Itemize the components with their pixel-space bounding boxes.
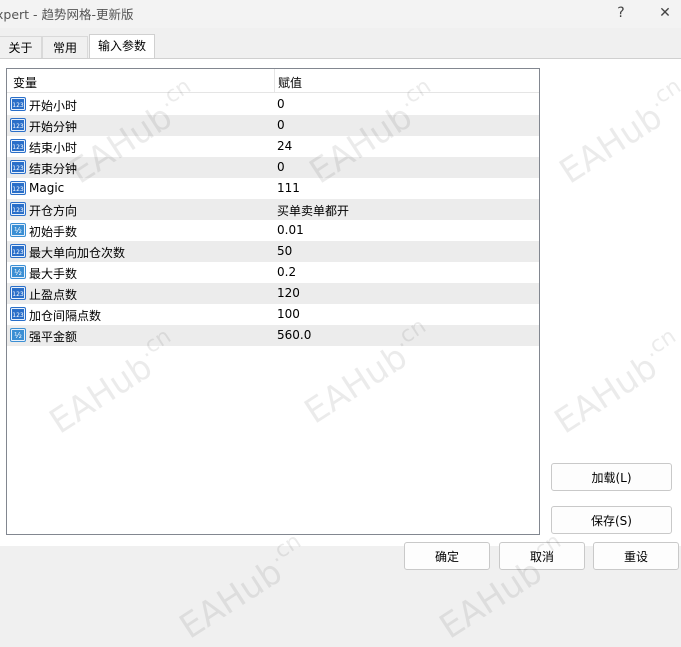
window-title: xpert - 趋势网格-更新版 — [0, 7, 134, 22]
svg-text:½: ½ — [14, 226, 22, 235]
help-button[interactable]: ? — [606, 2, 636, 24]
parameter-value[interactable]: 0.2 — [277, 265, 296, 279]
cancel-button[interactable]: 取消 — [499, 542, 585, 570]
double-icon: ½ — [10, 265, 26, 279]
svg-text:123: 123 — [12, 144, 24, 151]
int-icon: 123 — [10, 160, 26, 174]
parameter-name: 加仓间隔点数 — [29, 309, 102, 323]
svg-text:123: 123 — [12, 291, 24, 298]
tab-strip: 关于 常用 输入参数 — [0, 34, 681, 60]
parameter-value[interactable]: 560.0 — [277, 328, 311, 342]
svg-text:123: 123 — [12, 123, 24, 130]
parameter-value[interactable]: 50 — [277, 244, 292, 258]
parameter-value[interactable]: 0 — [277, 118, 285, 132]
double-icon: ½ — [10, 223, 26, 237]
parameter-name: 最大单向加仓次数 — [29, 246, 126, 260]
int-icon: 123 — [10, 139, 26, 153]
grid-rows: 123 开始小时 0 123 开始分钟 0 123 结束小时 24 123 结束分钟 0 123 Magi… — [7, 94, 539, 346]
ok-button[interactable]: 确定 — [404, 542, 490, 570]
svg-text:123: 123 — [12, 102, 24, 109]
table-row[interactable]: 123 开始分钟 0 — [7, 115, 539, 136]
grid-header: 变量 赋值 — [7, 69, 539, 93]
svg-text:123: 123 — [12, 207, 24, 214]
table-row[interactable]: 123 结束分钟 0 — [7, 157, 539, 178]
parameter-value[interactable]: 0.01 — [277, 223, 304, 237]
svg-text:½: ½ — [14, 331, 22, 340]
tab-about[interactable]: 关于 — [0, 36, 42, 59]
parameters-grid[interactable]: 变量 赋值 123 开始小时 0 123 开始分钟 0 123 结束小时 24 123 结束分钟 0 1… — [6, 68, 540, 535]
title-bar: xpert - 趋势网格-更新版 ? ✕ — [0, 0, 681, 28]
close-button[interactable]: ✕ — [650, 2, 680, 24]
load-button[interactable]: 加载(L) — [551, 463, 672, 491]
svg-text:123: 123 — [12, 312, 24, 319]
column-divider[interactable] — [274, 69, 275, 92]
table-row[interactable]: ½ 强平金额 560.0 — [7, 325, 539, 346]
parameter-name: 止盈点数 — [29, 288, 78, 302]
column-header-value[interactable]: 赋值 — [278, 74, 302, 91]
tab-inputs[interactable]: 输入参数 — [89, 34, 155, 60]
watermark-text: EAHub — [172, 551, 290, 647]
reset-button[interactable]: 重设 — [593, 542, 679, 570]
parameter-value[interactable]: 0 — [277, 97, 285, 111]
save-button[interactable]: 保存(S) — [551, 506, 672, 534]
int-icon: 123 — [10, 181, 26, 195]
parameter-value[interactable]: 111 — [277, 181, 300, 195]
parameter-value[interactable]: 120 — [277, 286, 300, 300]
table-row[interactable]: 123 加仓间隔点数 100 — [7, 304, 539, 325]
int-icon: 123 — [10, 307, 26, 321]
table-row[interactable]: ½ 最大手数 0.2 — [7, 262, 539, 283]
parameter-name: 开仓方向 — [29, 204, 78, 218]
int-icon: 123 — [10, 286, 26, 300]
watermark: EAHub.cn — [169, 529, 317, 647]
parameter-value[interactable]: 0 — [277, 160, 285, 174]
table-row[interactable]: 123 开始小时 0 — [7, 94, 539, 115]
int-icon: 123 — [10, 118, 26, 132]
int-icon: 123 — [10, 97, 26, 111]
parameter-name: 开始分钟 — [29, 120, 78, 134]
parameter-value[interactable]: 24 — [277, 139, 292, 153]
table-row[interactable]: 123 结束小时 24 — [7, 136, 539, 157]
parameter-name: 结束分钟 — [29, 162, 78, 176]
svg-text:123: 123 — [12, 165, 24, 172]
double-icon: ½ — [10, 328, 26, 342]
int-icon: 123 — [10, 202, 26, 216]
parameter-name: Magic — [29, 181, 65, 195]
parameter-name: 最大手数 — [29, 267, 78, 281]
parameter-value[interactable]: 买单卖单都开 — [277, 202, 349, 219]
parameter-name: 初始手数 — [29, 225, 78, 239]
svg-text:123: 123 — [12, 249, 24, 256]
table-row[interactable]: 123 最大单向加仓次数 50 — [7, 241, 539, 262]
table-row[interactable]: 123 开仓方向 买单卖单都开 — [7, 199, 539, 220]
svg-text:½: ½ — [14, 268, 22, 277]
parameter-name: 开始小时 — [29, 99, 78, 113]
parameter-name: 结束小时 — [29, 141, 78, 155]
table-row[interactable]: 123 止盈点数 120 — [7, 283, 539, 304]
tab-common[interactable]: 常用 — [42, 36, 88, 59]
column-header-variable[interactable]: 变量 — [13, 74, 37, 91]
parameter-value[interactable]: 100 — [277, 307, 300, 321]
svg-text:123: 123 — [12, 186, 24, 193]
table-row[interactable]: 123 Magic 111 — [7, 178, 539, 199]
int-icon: 123 — [10, 244, 26, 258]
parameter-name: 强平金额 — [29, 330, 78, 344]
table-row[interactable]: ½ 初始手数 0.01 — [7, 220, 539, 241]
